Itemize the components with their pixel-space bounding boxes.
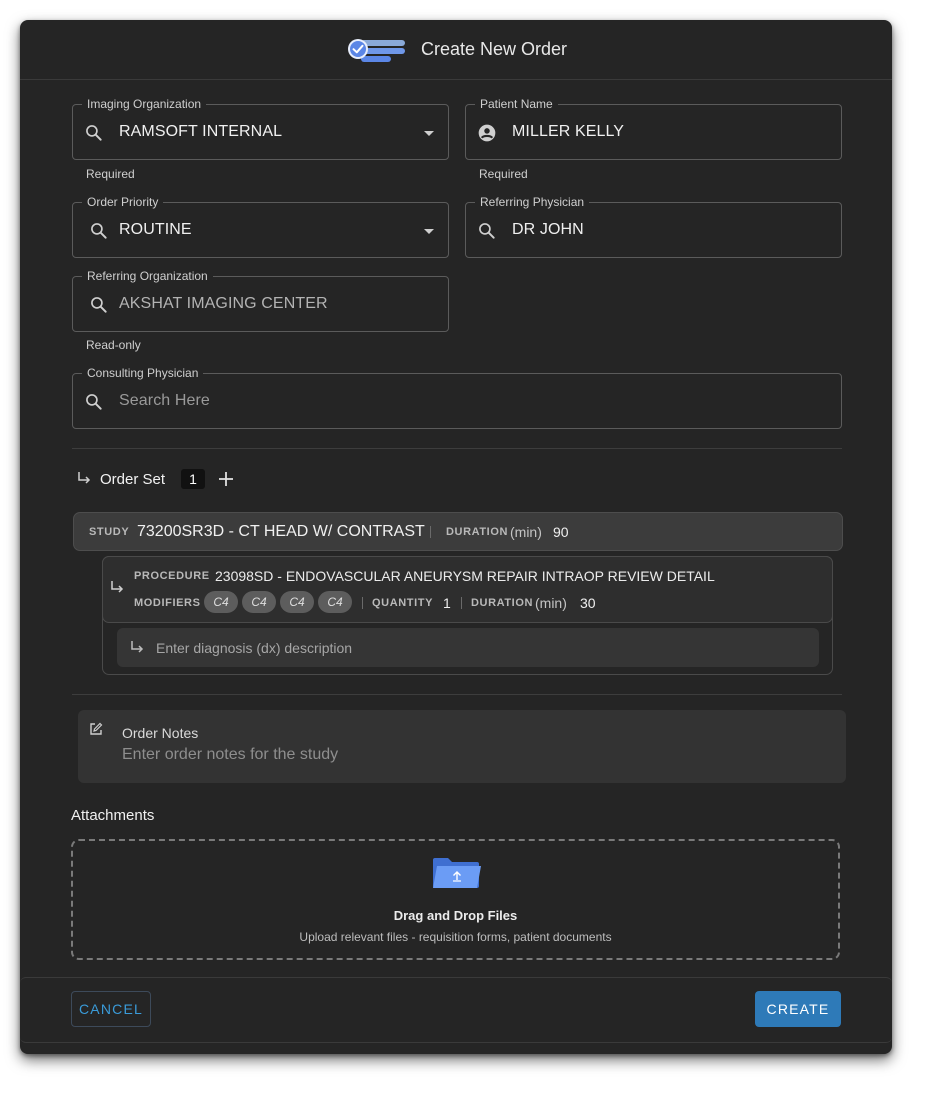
procedure-value: 23098SD - ENDOVASCULAR ANEURYSM REPAIR I…	[215, 568, 715, 584]
consulting-physician-field[interactable]: Consulting Physician Search Here	[72, 365, 842, 429]
dropzone-title: Drag and Drop Files	[393, 908, 518, 923]
search-icon	[479, 223, 495, 239]
quantity-label: QUANTITY	[372, 597, 434, 609]
create-order-dialog: Create New Order Imaging Organization RA…	[20, 20, 892, 1054]
study-duration-value: 90	[553, 524, 569, 540]
study-label: STUDY	[89, 526, 130, 538]
patient-name-helper: Required	[479, 167, 528, 181]
procedure-label: PROCEDURE	[134, 570, 210, 582]
referring-organization-field: Referring Organization AKSHAT IMAGING CE…	[72, 268, 449, 332]
order-priority-value: ROUTINE	[119, 221, 192, 238]
separator	[362, 597, 363, 609]
diagnosis-placeholder: Enter diagnosis (dx) description	[156, 640, 353, 656]
referring-organization-label: Referring Organization	[82, 268, 213, 284]
imaging-organization-value: RAMSOFT INTERNAL	[119, 123, 283, 140]
edit-note-icon	[90, 722, 103, 735]
referring-physician-label: Referring Physician	[475, 194, 590, 210]
folder-upload-icon	[433, 858, 481, 888]
dialog-header: Create New Order	[20, 20, 892, 80]
study-row[interactable]: STUDY 73200SR3D - CT HEAD W/ CONTRAST DU…	[73, 512, 843, 551]
study-duration-unit: (min)	[510, 524, 542, 540]
subdirectory-arrow-icon	[78, 472, 91, 484]
file-dropzone[interactable]: Drag and Drop Files Upload relevant file…	[71, 839, 840, 960]
dropdown-arrow-icon[interactable]	[424, 131, 434, 136]
order-notes-title: Order Notes	[122, 725, 199, 741]
order-notes-field[interactable]: Order Notes Enter order notes for the st…	[78, 710, 846, 783]
diagnosis-input[interactable]: Enter diagnosis (dx) description	[117, 628, 819, 667]
modifier-chip[interactable]: C4	[318, 591, 352, 613]
section-divider	[72, 448, 842, 449]
modifiers-label: MODIFIERS	[134, 597, 201, 609]
consulting-physician-label: Consulting Physician	[82, 365, 204, 381]
cancel-button[interactable]: CANCEL	[71, 991, 151, 1027]
subdirectory-arrow-icon	[131, 641, 144, 653]
order-set-count-badge: 1	[181, 469, 205, 489]
procedure-duration-label: DURATION	[471, 597, 534, 609]
quantity-value: 1	[443, 595, 451, 611]
imaging-organization-helper: Required	[86, 167, 135, 181]
create-button[interactable]: CREATE	[755, 991, 841, 1027]
order-checklist-icon	[348, 39, 405, 62]
dropdown-arrow-icon[interactable]	[424, 229, 434, 234]
order-notes-placeholder: Enter order notes for the study	[122, 746, 339, 763]
order-set-label: Order Set	[100, 471, 166, 488]
search-icon	[91, 297, 107, 313]
consulting-physician-placeholder[interactable]: Search Here	[119, 392, 210, 410]
dropzone-subtitle: Upload relevant files - requisition form…	[299, 930, 612, 944]
referring-organization-helper: Read-only	[86, 338, 141, 352]
study-value: 73200SR3D - CT HEAD W/ CONTRAST	[137, 523, 425, 540]
modifier-chip[interactable]: C4	[280, 591, 314, 613]
order-priority-field[interactable]: Order Priority ROUTINE	[72, 194, 449, 258]
separator	[430, 526, 431, 538]
order-priority-label: Order Priority	[82, 194, 164, 210]
search-icon	[86, 125, 102, 141]
study-duration-label: DURATION	[446, 526, 509, 538]
patient-name-label: Patient Name	[475, 96, 558, 112]
procedure-duration-unit: (min)	[535, 595, 567, 611]
dialog-title: Create New Order	[421, 39, 568, 59]
referring-physician-field[interactable]: Referring Physician DR JOHN	[465, 194, 842, 258]
referring-organization-value: AKSHAT IMAGING CENTER	[119, 295, 328, 312]
referring-physician-value: DR JOHN	[512, 221, 584, 238]
patient-name-field[interactable]: Patient Name MILLER KELLY	[465, 96, 842, 160]
patient-name-value: MILLER KELLY	[512, 123, 625, 140]
procedure-duration-value: 30	[580, 595, 596, 611]
subdirectory-arrow-icon	[111, 581, 124, 593]
modifier-chip[interactable]: C4	[242, 591, 276, 613]
add-icon[interactable]	[217, 470, 235, 488]
search-icon	[86, 394, 102, 410]
attachments-title: Attachments	[71, 807, 155, 824]
modifier-chip[interactable]: C4	[204, 591, 238, 613]
separator	[461, 597, 462, 609]
imaging-organization-field[interactable]: Imaging Organization RAMSOFT INTERNAL	[72, 96, 449, 160]
imaging-organization-label: Imaging Organization	[82, 96, 207, 112]
section-divider	[72, 694, 842, 695]
search-icon	[91, 223, 107, 239]
person-avatar-icon	[478, 124, 496, 142]
dialog-footer: CANCEL CREATE	[20, 977, 892, 1043]
procedure-row[interactable]: PROCEDURE 23098SD - ENDOVASCULAR ANEURYS…	[102, 556, 833, 623]
